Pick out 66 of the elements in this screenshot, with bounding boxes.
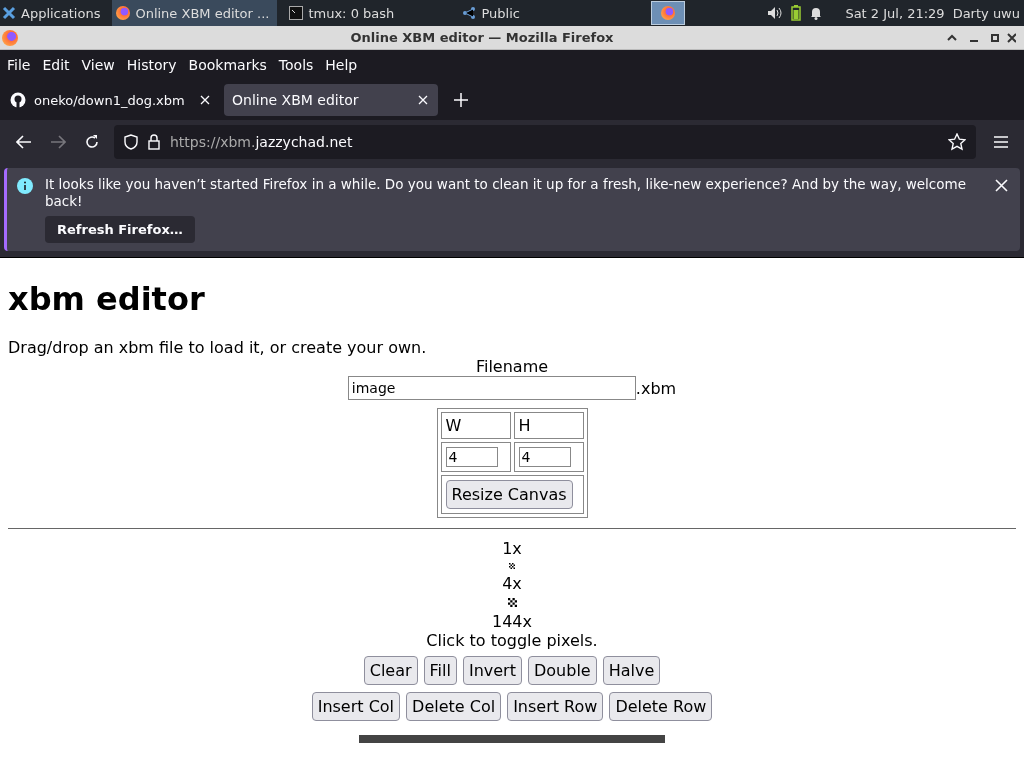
menu-item[interactable]: File bbox=[2, 57, 36, 73]
share-icon bbox=[462, 6, 477, 20]
table-cell: W bbox=[440, 412, 511, 439]
hint-text: Click to toggle pixels. bbox=[426, 631, 598, 650]
filename-label: Filename bbox=[475, 357, 549, 376]
tool-button[interactable]: Invert bbox=[462, 656, 522, 685]
info-icon bbox=[17, 178, 33, 194]
volume-icon bbox=[767, 6, 784, 20]
menu-icon[interactable] bbox=[994, 136, 1008, 148]
shield-icon bbox=[124, 134, 138, 150]
scale-label: 1x bbox=[502, 539, 522, 558]
browser-tab[interactable]: Online XBM editor bbox=[224, 84, 438, 116]
tool-button[interactable]: Halve bbox=[602, 656, 661, 685]
filename-field[interactable]: image bbox=[347, 376, 636, 400]
star-icon[interactable] bbox=[948, 133, 966, 151]
menu-item[interactable]: Bookmarks bbox=[183, 57, 272, 73]
tool-button[interactable]: Insert Col bbox=[311, 692, 401, 721]
new-tab-icon[interactable] bbox=[454, 93, 468, 107]
tool-button[interactable]: Delete Row bbox=[609, 692, 713, 721]
terminal-icon bbox=[289, 6, 304, 20]
firefox-icon bbox=[2, 29, 18, 46]
taskbar-task[interactable]: Public bbox=[458, 0, 624, 26]
browser-tab[interactable]: oneko/down1_dog.xbm bbox=[6, 84, 220, 116]
pixel-preview bbox=[509, 563, 515, 569]
firefox-launcher[interactable] bbox=[651, 1, 686, 25]
menu-item[interactable]: History bbox=[121, 57, 182, 73]
address-bar[interactable]: https://xbm.jazzychad.net bbox=[114, 125, 976, 159]
notification-message: It looks like you haven’t started Firefox in a while. Do you want to clean it up for a fresh, like-new experience? And by the way, welcome back! bbox=[45, 176, 967, 210]
close-icon[interactable] bbox=[995, 179, 1008, 192]
scale-label: 144x bbox=[492, 612, 532, 631]
pixel-preview bbox=[507, 598, 517, 607]
back-icon[interactable] bbox=[16, 135, 32, 149]
tool-button[interactable]: Clear bbox=[363, 656, 418, 685]
tool-button[interactable]: Insert Row bbox=[507, 692, 604, 721]
tool-button[interactable]: Double bbox=[527, 656, 597, 685]
x-logo-icon bbox=[2, 6, 16, 20]
height-field[interactable]: 4 bbox=[518, 447, 571, 467]
window-title: Online XBM editor — Mozilla Firefox bbox=[349, 30, 615, 45]
taskbar-task[interactable]: Online XBM editor ... bbox=[112, 0, 278, 26]
reload-icon[interactable] bbox=[84, 134, 100, 150]
extension-text: .xbm bbox=[635, 378, 677, 398]
window-controls-icon[interactable] bbox=[946, 31, 1016, 44]
refresh-button[interactable]: Refresh Firefox… bbox=[45, 216, 195, 243]
scale-label: 4x bbox=[502, 574, 522, 593]
menu-item[interactable]: Edit bbox=[37, 57, 75, 73]
clock: Sat 2 Jul, 21:29 bbox=[845, 5, 945, 21]
menu-item[interactable]: Tools bbox=[273, 57, 319, 73]
table-cell: H bbox=[513, 412, 584, 439]
resize-button[interactable]: Resize Canvas bbox=[445, 480, 573, 509]
taskbar-task[interactable]: tmux: 0 bash bbox=[285, 0, 451, 26]
battery-icon bbox=[791, 5, 802, 21]
width-field[interactable]: 4 bbox=[445, 447, 498, 467]
user-name: Darty uwu bbox=[952, 5, 1020, 21]
menu-item[interactable]: Help bbox=[320, 57, 363, 73]
applications-menu[interactable]: Applications bbox=[0, 0, 105, 26]
tool-button[interactable]: Delete Col bbox=[406, 692, 502, 721]
firefox-icon bbox=[116, 6, 131, 20]
bell-icon bbox=[809, 6, 824, 20]
intro-text: Drag/drop an xbm file to load it, or create your own. bbox=[8, 338, 428, 357]
lock-icon bbox=[148, 134, 160, 150]
close-tab-icon[interactable] bbox=[418, 95, 428, 105]
menu-item[interactable]: View bbox=[76, 57, 120, 73]
close-tab-icon[interactable] bbox=[200, 95, 210, 105]
tool-button[interactable]: Fill bbox=[423, 656, 457, 685]
page-heading: xbm editor bbox=[8, 280, 206, 318]
forward-icon[interactable] bbox=[50, 135, 66, 149]
